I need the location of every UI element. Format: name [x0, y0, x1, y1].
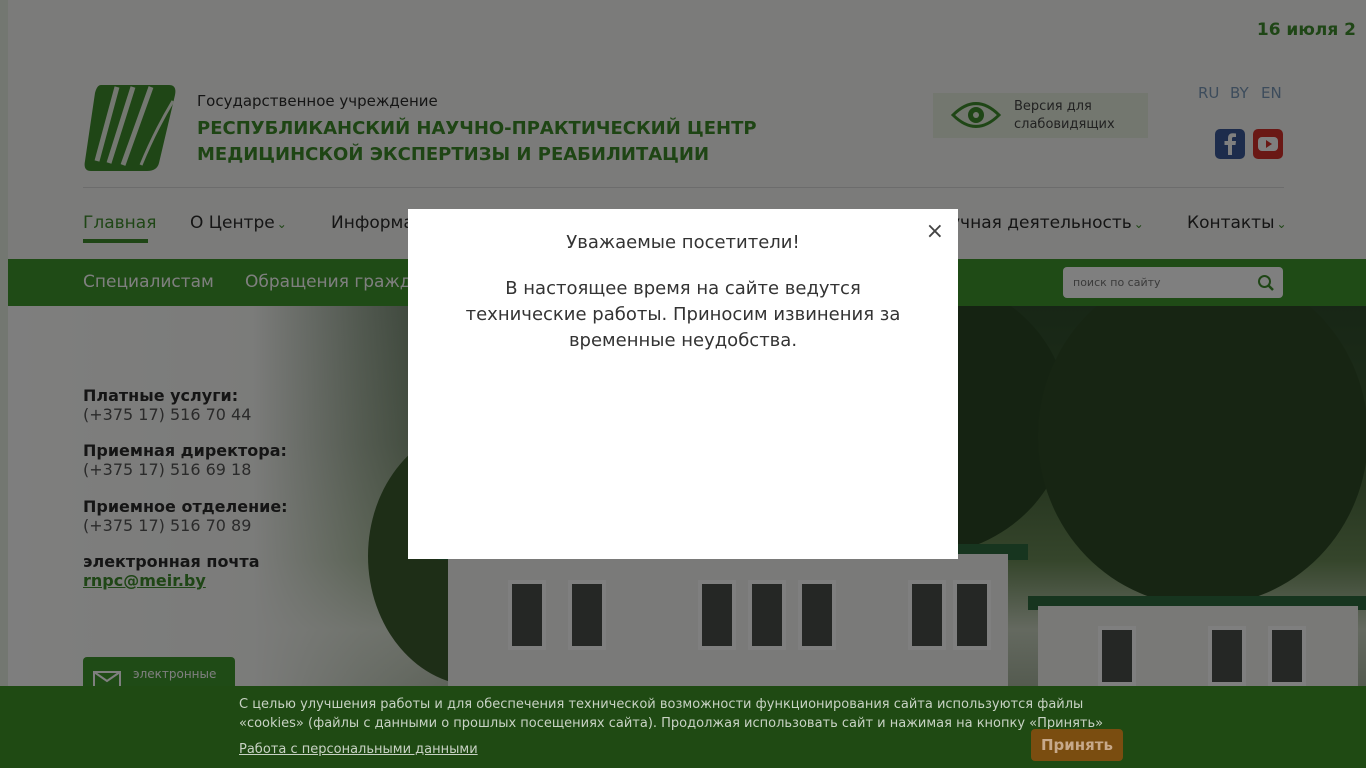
- cookie-banner: С целью улучшения работы и для обеспечен…: [0, 686, 1366, 768]
- personal-data-link[interactable]: Работа с персональными данными: [239, 742, 478, 757]
- maintenance-modal: × Уважаемые посетители! В настоящее врем…: [408, 209, 958, 559]
- modal-message: В настоящее время на сайте ведутся техни…: [465, 278, 901, 351]
- accept-cookies-button[interactable]: Принять: [1031, 729, 1123, 761]
- cookie-text: С целью улучшения работы и для обеспечен…: [239, 697, 1104, 731]
- modal-title: Уважаемые посетители!: [566, 232, 800, 253]
